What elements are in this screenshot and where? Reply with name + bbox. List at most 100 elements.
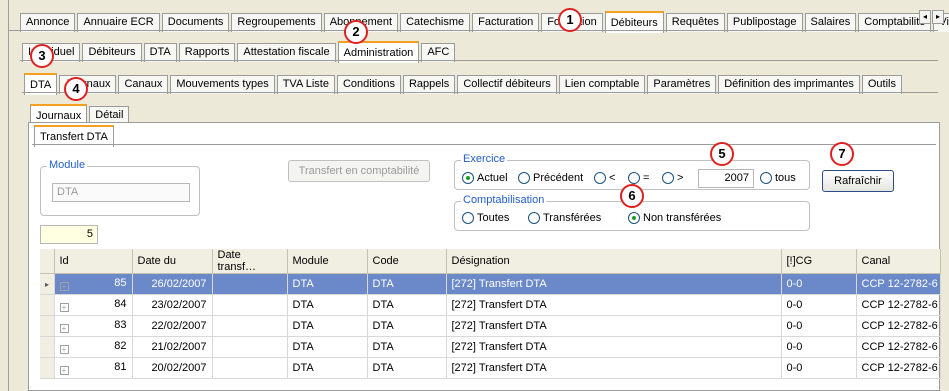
radio-tous-dot — [760, 172, 772, 184]
row-indicator — [40, 315, 55, 337]
col-canal[interactable]: Canal — [856, 249, 941, 274]
expand-plus-icon[interactable]: + — [59, 324, 69, 333]
callout-4: 4 — [64, 77, 88, 101]
col-designation[interactable]: Désignation — [446, 249, 782, 274]
cell-canal: CCP 12-2782-6 — [856, 357, 941, 379]
cell-cg: 0-0 — [781, 273, 857, 295]
col-module[interactable]: Module — [287, 249, 368, 274]
sub-tabbar: IndividuelDébiteursDTARapportsAttestatio… — [22, 40, 457, 63]
radio-actuel[interactable]: Actuel — [462, 172, 508, 184]
cell-code: DTA — [367, 273, 447, 295]
refresh-button[interactable]: Rafraîchir — [822, 170, 894, 192]
cell-id: +82 — [54, 336, 133, 358]
radio-greater-label: > — [677, 172, 684, 184]
admin-tabbar-line — [22, 92, 938, 93]
cell-canal: CCP 12-2782-6 — [856, 294, 941, 316]
cell-date: 22/02/2007 — [132, 315, 213, 337]
cell-designation: [272] Transfert DTA — [446, 336, 782, 358]
cell-code: DTA — [367, 357, 447, 379]
cell-date: 21/02/2007 — [132, 336, 213, 358]
tab-scroll-left-icon[interactable]: ◂ — [919, 10, 931, 24]
expand-plus-icon[interactable]: + — [59, 345, 69, 354]
radio-less[interactable]: < — [594, 172, 615, 184]
radio-non-transferees-label: Non transférées — [643, 212, 722, 224]
col-code[interactable]: Code — [367, 249, 447, 274]
radio-tous-label: tous — [775, 172, 796, 184]
year-field[interactable]: 2007 — [698, 169, 754, 188]
col-id[interactable]: Id — [54, 249, 133, 274]
expand-plus-icon[interactable]: + — [59, 366, 69, 375]
callout-5: 5 — [710, 142, 734, 166]
row-indicator — [40, 357, 55, 379]
callout-2: 2 — [344, 20, 368, 44]
cell-module: DTA — [287, 273, 368, 295]
radio-greater[interactable]: > — [662, 172, 683, 184]
row-indicator-header — [40, 249, 55, 274]
comptabilisation-legend: Comptabilisation — [461, 194, 547, 206]
inner-tabbar-line — [32, 144, 936, 145]
col-date-du[interactable]: Date du — [132, 249, 213, 274]
callout-3: 3 — [30, 44, 54, 68]
radio-non-transferees-dot — [628, 212, 640, 224]
cell-designation: [272] Transfert DTA — [446, 357, 782, 379]
cell-date-transf — [212, 336, 288, 358]
table-row[interactable]: +84 23/02/2007 DTA DTA [272] Transfert DTA 0-… — [40, 294, 941, 316]
radio-toutes[interactable]: Toutes — [462, 212, 509, 224]
radio-actuel-dot — [462, 172, 474, 184]
radio-equal-dot — [628, 172, 640, 184]
radio-precedent[interactable]: Précédent — [518, 172, 583, 184]
cell-id: +84 — [54, 294, 133, 316]
callout-6: 6 — [620, 184, 644, 208]
row-indicator — [40, 336, 55, 358]
col-cg[interactable]: [!]CG — [781, 249, 857, 274]
cell-code: DTA — [367, 294, 447, 316]
row-indicator — [40, 294, 55, 316]
module-field[interactable]: DTA — [52, 183, 190, 202]
radio-equal[interactable]: = — [628, 172, 649, 184]
cell-designation: [272] Transfert DTA — [446, 294, 782, 316]
cell-canal: CCP 12-2782-6 — [856, 273, 941, 295]
table-header-row: Id Date du Date transf… Module Code Dési… — [40, 249, 941, 274]
table-row[interactable]: +82 21/02/2007 DTA DTA [272] Transfert DTA 0-… — [40, 336, 941, 358]
cell-canal: CCP 12-2782-6 — [856, 336, 941, 358]
table-row[interactable]: ▸ +85 26/02/2007 DTA DTA [272] Transfert DTA 0… — [40, 273, 941, 295]
cell-id-value: 84 — [114, 298, 127, 310]
cell-date-transf — [212, 273, 288, 295]
cell-id: +81 — [54, 357, 133, 379]
tab-scroll-right-icon[interactable]: ▸ — [932, 10, 944, 24]
cell-module: DTA — [287, 357, 368, 379]
table-row[interactable]: +81 20/02/2007 DTA DTA [272] Transfert DTA 0-… — [40, 357, 941, 379]
cell-designation: [272] Transfert DTA — [446, 315, 782, 337]
radio-actuel-label: Actuel — [477, 172, 508, 184]
expand-plus-icon[interactable]: + — [59, 282, 69, 291]
cell-code: DTA — [367, 315, 447, 337]
cell-module: DTA — [287, 294, 368, 316]
transfer-button[interactable]: Transfert en comptabilité — [288, 160, 430, 182]
radio-greater-dot — [662, 172, 674, 184]
cell-cg: 0-0 — [781, 294, 857, 316]
radio-transferees-label: Transférées — [543, 212, 602, 224]
cell-code: DTA — [367, 336, 447, 358]
cell-canal: CCP 12-2782-6 — [856, 315, 941, 337]
cell-id-value: 85 — [114, 277, 127, 289]
radio-transferees-dot — [528, 212, 540, 224]
col-date-transf[interactable]: Date transf… — [212, 249, 288, 274]
expand-plus-icon[interactable]: + — [59, 303, 69, 312]
radio-non-transferees[interactable]: Non transférées — [628, 212, 721, 224]
row-count-field: 5 — [40, 225, 98, 244]
callout-1: 1 — [558, 8, 582, 32]
cell-module: DTA — [287, 315, 368, 337]
cell-date: 20/02/2007 — [132, 357, 213, 379]
inner-tabbar: Transfert DTA — [34, 124, 116, 147]
cell-id: +83 — [54, 315, 133, 337]
radio-tous[interactable]: tous — [760, 172, 796, 184]
cell-date-transf — [212, 294, 288, 316]
cell-cg: 0-0 — [781, 336, 857, 358]
callout-7: 7 — [830, 142, 854, 166]
radio-transferees[interactable]: Transférées — [528, 212, 601, 224]
cell-id-value: 81 — [114, 361, 127, 373]
table-row[interactable]: +83 22/02/2007 DTA DTA [272] Transfert DTA 0-… — [40, 315, 941, 337]
radio-precedent-dot — [518, 172, 530, 184]
module-legend: Module — [47, 159, 88, 171]
radio-less-dot — [594, 172, 606, 184]
